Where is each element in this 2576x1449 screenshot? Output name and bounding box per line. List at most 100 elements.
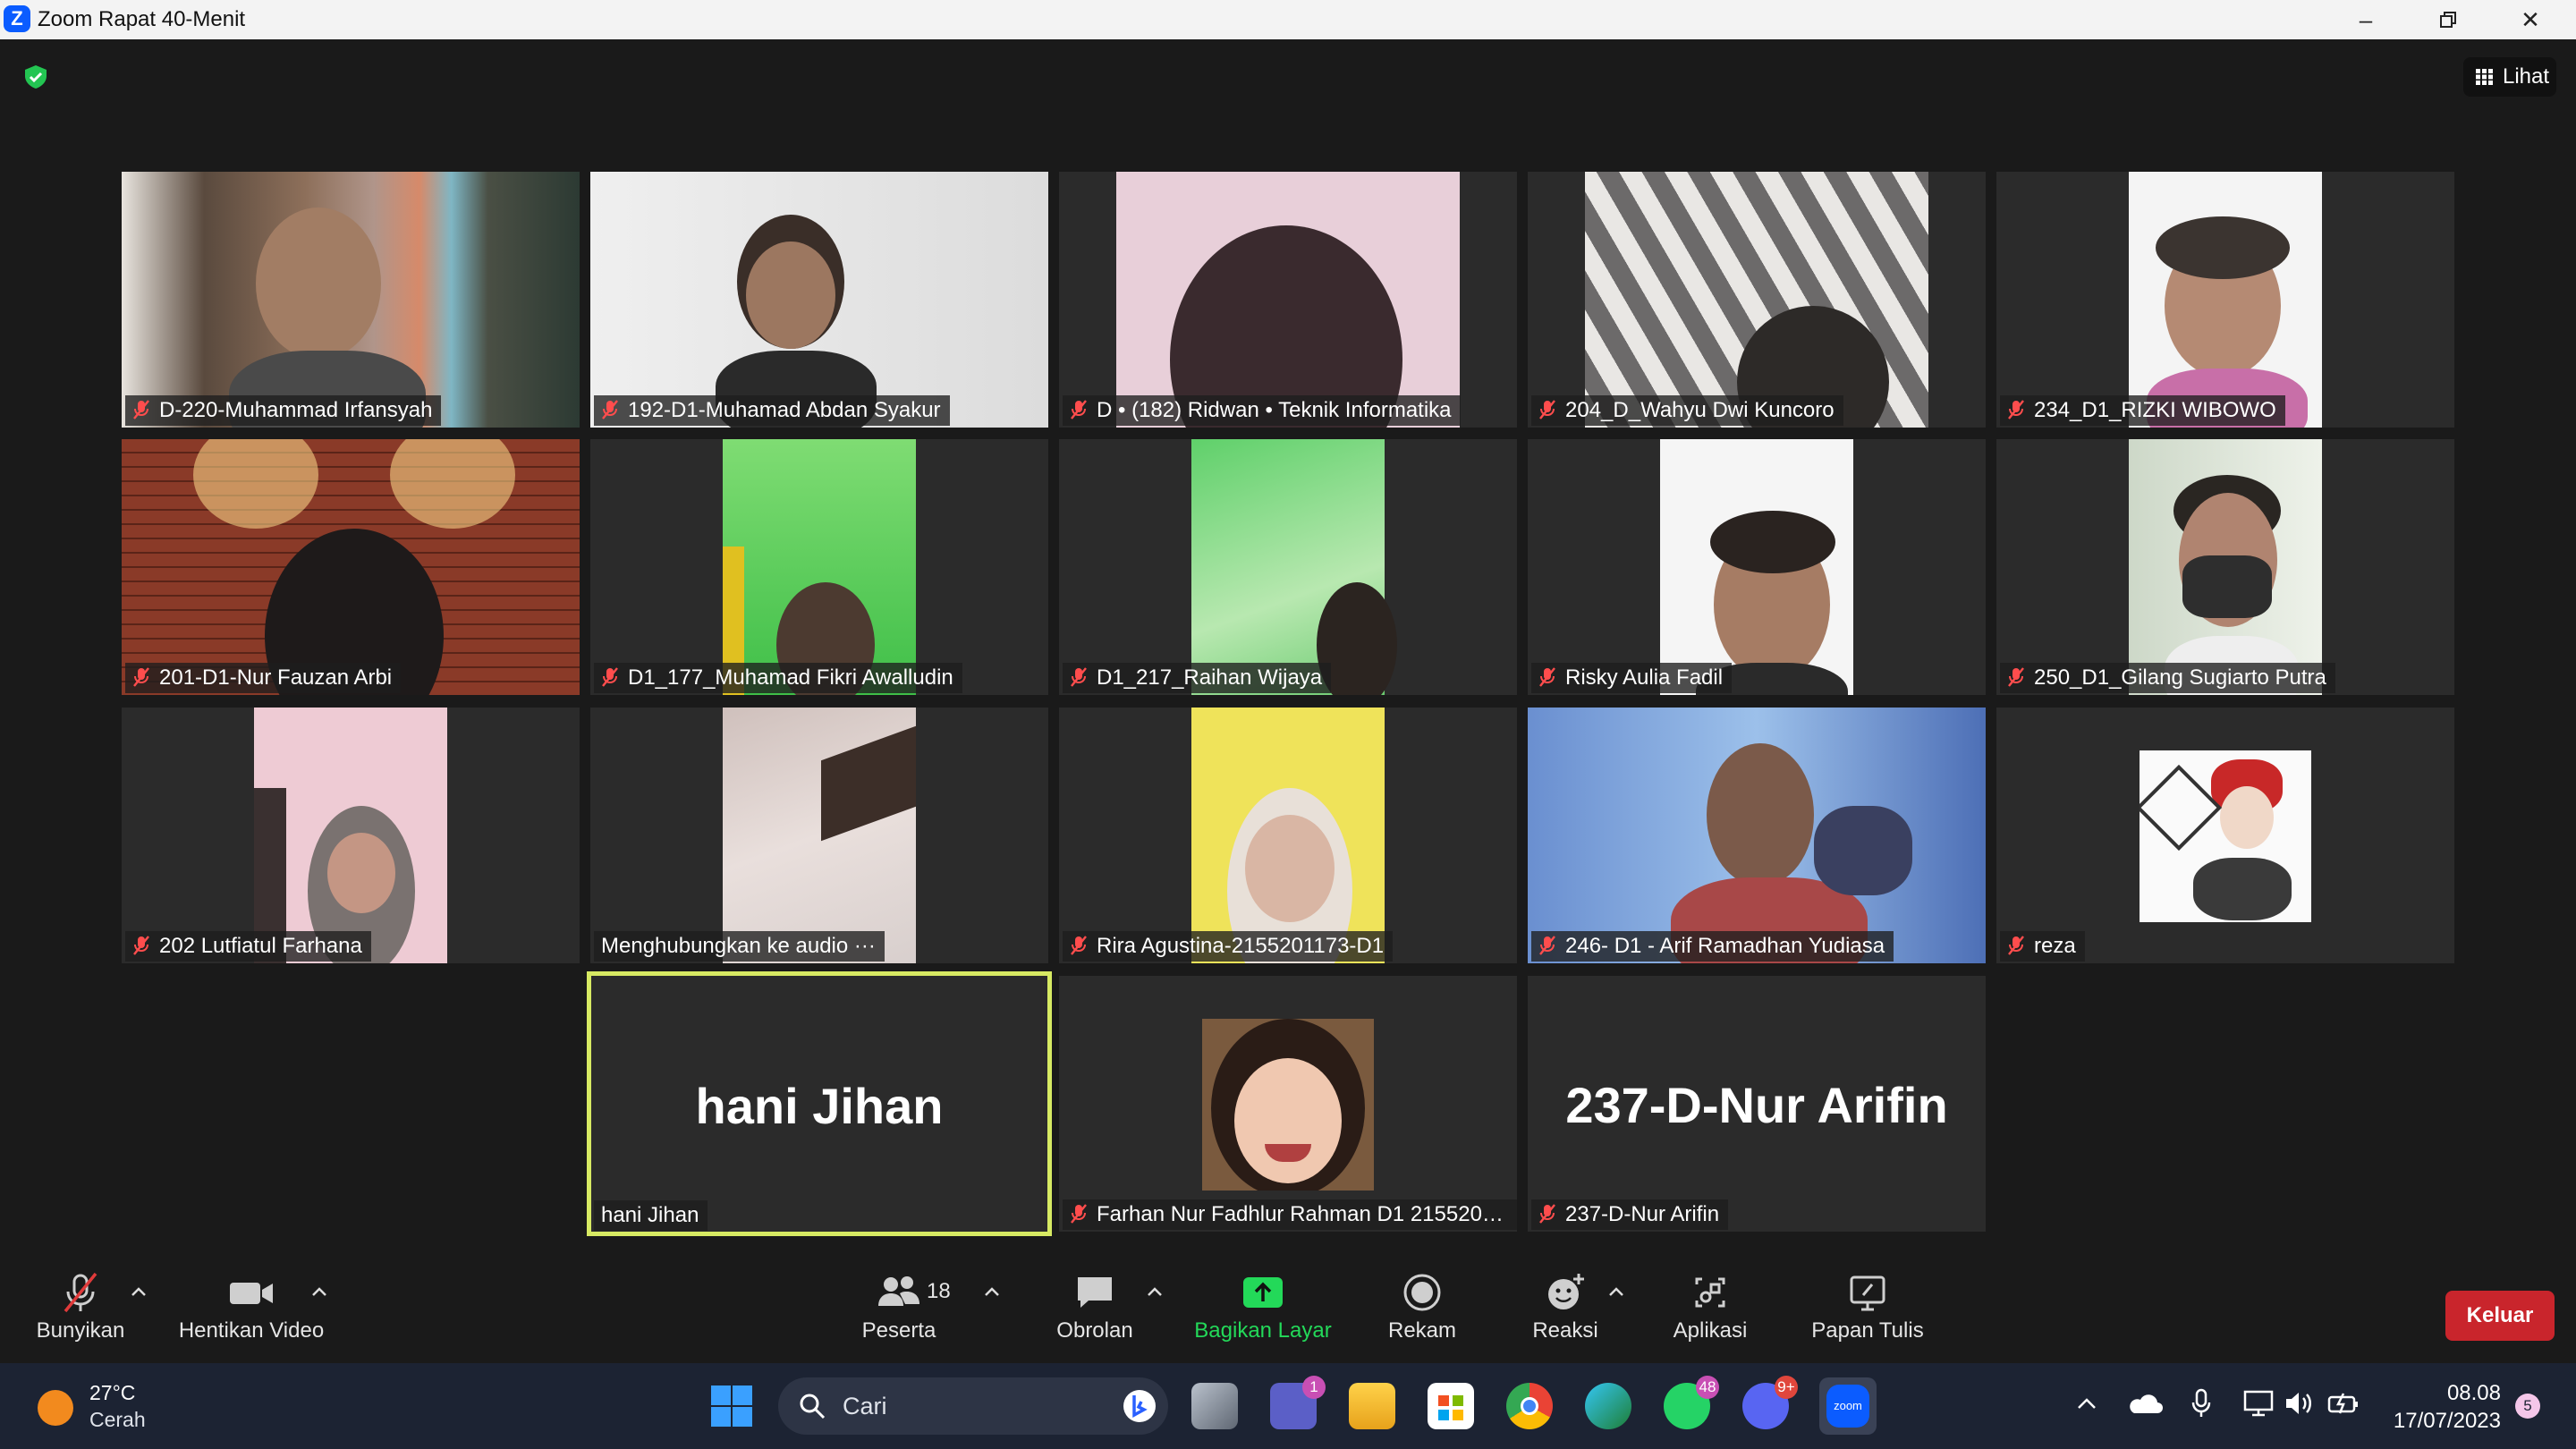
participants-options-chevron-up-icon[interactable] [984, 1286, 1000, 1297]
participant-name-tag: Farhan Nur Fadhlur Rahman D1 21552011... [1063, 1199, 1517, 1230]
microphone-icon[interactable] [2191, 1388, 2211, 1419]
encryption-shield-icon[interactable] [23, 64, 48, 89]
participant-name-tag: Risky Aulia Fadil [1531, 663, 1733, 693]
muted-mic-icon [602, 667, 618, 687]
teams-chat-icon[interactable]: 1 [1270, 1376, 1326, 1429]
audio-options-chevron-up-icon[interactable] [131, 1286, 147, 1297]
muted-mic-icon [133, 936, 149, 955]
profile-picture [1202, 1019, 1374, 1191]
microsoft-store-icon[interactable] [1428, 1383, 1474, 1429]
participants-button[interactable]: 18 Peserta [850, 1272, 951, 1343]
participant-video [1191, 439, 1397, 695]
muted-mic-icon [2008, 667, 2024, 687]
muted-mic-icon [133, 667, 149, 687]
discord-icon[interactable]: 9+ [1742, 1376, 1798, 1429]
view-button[interactable]: Lihat [2463, 57, 2556, 97]
taskbar-search-box[interactable]: Cari [778, 1377, 1168, 1435]
participant-tile[interactable]: Rira Agustina-2155201173-D1 [1059, 708, 1517, 963]
muted-mic-icon [1071, 667, 1087, 687]
participant-tile[interactable]: 250_D1_Gilang Sugiarto Putra [1996, 439, 2454, 695]
participant-video [2129, 439, 2322, 695]
window-title: Zoom Rapat 40-Menit [38, 7, 246, 31]
discord-notification-badge: 9+ [1775, 1376, 1798, 1399]
whiteboard-button[interactable]: Papan Tulis [1807, 1272, 1928, 1343]
participant-name-tag: Rira Agustina-2155201173-D1 [1063, 931, 1394, 962]
muted-mic-icon [1071, 936, 1087, 955]
close-button[interactable]: ✕ [2490, 0, 2571, 39]
battery-icon[interactable] [2327, 1392, 2360, 1415]
participant-video [723, 708, 916, 963]
participant-video [723, 439, 916, 695]
whiteboard-icon [1850, 1275, 1885, 1311]
profile-picture [2140, 750, 2311, 922]
volume-icon[interactable] [2284, 1390, 2313, 1417]
zoom-taskbar-button[interactable]: zoom [1819, 1377, 1877, 1435]
muted-mic-icon [133, 400, 149, 419]
participant-tile[interactable]: Menghubungkan ke audio ··· [590, 708, 1048, 963]
reactions-options-chevron-up-icon[interactable] [1608, 1286, 1624, 1297]
weather-temperature: 27°C [89, 1381, 136, 1404]
participants-count: 18 [927, 1279, 951, 1303]
network-icon[interactable] [2243, 1390, 2274, 1417]
participant-video [1660, 439, 1853, 695]
windows-taskbar: 27°C Cerah Cari 1 48 9+ zoom 08.08 17/07… [0, 1363, 2576, 1449]
participant-name-tag: 237-D-Nur Arifin [1531, 1199, 1729, 1230]
participant-name-tag: 204_D_Wahyu Dwi Kuncoro [1531, 395, 1843, 426]
emoji-smile-icon [1548, 1274, 1584, 1309]
apps-button[interactable]: Aplikasi [1665, 1272, 1755, 1343]
muted-mic-icon [2008, 936, 2024, 955]
participant-tile[interactable]: 234_D1_RIZKI WIBOWO [1996, 172, 2454, 428]
participant-tile[interactable]: 201-D1-Nur Fauzan Arbi [122, 439, 580, 695]
whatsapp-icon[interactable]: 48 [1664, 1376, 1719, 1429]
unmute-button[interactable]: Bunyikan [30, 1272, 131, 1343]
restore-button[interactable] [2408, 0, 2488, 39]
participant-tile[interactable]: 192-D1-Muhamad Abdan Syakur [590, 172, 1048, 428]
participant-tile[interactable]: 202 Lutfiatul Farhana [122, 708, 580, 963]
participant-name-tag: D1_217_Raihan Wijaya [1063, 663, 1332, 693]
participant-tile[interactable]: D1_217_Raihan Wijaya [1059, 439, 1517, 695]
participant-video [122, 439, 580, 695]
zoom-logo-icon: Z [4, 5, 30, 32]
participant-tile[interactable]: D-220-Muhammad Irfansyah [122, 172, 580, 428]
reactions-button[interactable]: Reaksi [1521, 1272, 1610, 1343]
minimize-button[interactable]: – [2326, 0, 2406, 39]
restore-icon [2440, 12, 2456, 28]
stop-video-button[interactable]: Hentikan Video [170, 1272, 333, 1343]
task-view-icon[interactable] [1191, 1383, 1238, 1429]
participant-name-tag: 250_D1_Gilang Sugiarto Putra [2000, 663, 2335, 693]
participant-display-name: hani Jihan [695, 1078, 944, 1134]
participant-tile[interactable]: 237-D-Nur Arifin 237-D-Nur Arifin [1528, 976, 1986, 1232]
record-button[interactable]: Rekam [1377, 1272, 1467, 1343]
show-hidden-icons-chevron-up-icon[interactable] [2077, 1397, 2097, 1410]
participant-tile[interactable]: Farhan Nur Fadhlur Rahman D1 21552011... [1059, 976, 1517, 1232]
edge-icon[interactable] [1585, 1383, 1631, 1429]
muted-mic-icon [1539, 400, 1555, 419]
participant-tile-active-speaker[interactable]: hani Jihan hani Jihan [587, 971, 1052, 1236]
participant-tile[interactable]: D1_177_Muhamad Fikri Awalludin [590, 439, 1048, 695]
video-options-chevron-up-icon[interactable] [311, 1286, 327, 1297]
muted-mic-icon [602, 400, 618, 419]
chat-options-chevron-up-icon[interactable] [1147, 1286, 1163, 1297]
participant-name-tag: D-220-Muhammad Irfansyah [125, 395, 442, 426]
participant-tile[interactable]: reza [1996, 708, 2454, 963]
muted-mic-icon [64, 1272, 97, 1313]
leave-meeting-button[interactable]: Keluar [2445, 1291, 2555, 1341]
windows-start-icon[interactable] [710, 1385, 753, 1428]
participant-tile[interactable]: 246- D1 - Arif Ramadhan Yudiasa [1528, 708, 1986, 963]
participant-tile[interactable]: Risky Aulia Fadil [1528, 439, 1986, 695]
participant-video [1116, 172, 1460, 428]
clock[interactable]: 08.08 17/07/2023 [2379, 1379, 2501, 1435]
notification-center-badge[interactable]: 5 [2515, 1394, 2540, 1419]
chrome-icon[interactable] [1506, 1383, 1553, 1429]
participant-tile[interactable]: 204_D_Wahyu Dwi Kuncoro [1528, 172, 1986, 428]
onedrive-cloud-icon[interactable] [2127, 1392, 2163, 1415]
participant-tile[interactable]: D • (182) Ridwan • Teknik Informatika [1059, 172, 1517, 428]
teams-notification-badge: 1 [1302, 1376, 1326, 1399]
search-icon [800, 1394, 826, 1419]
file-explorer-icon[interactable] [1349, 1383, 1395, 1429]
share-screen-button[interactable]: Bagikan Layar [1190, 1272, 1336, 1343]
title-bar: Z Zoom Rapat 40-Menit – ✕ [0, 0, 2576, 39]
participant-name-tag: 192-D1-Muhamad Abdan Syakur [594, 395, 950, 426]
video-camera-icon [230, 1283, 273, 1304]
chat-button[interactable]: Obrolan [1046, 1272, 1143, 1343]
